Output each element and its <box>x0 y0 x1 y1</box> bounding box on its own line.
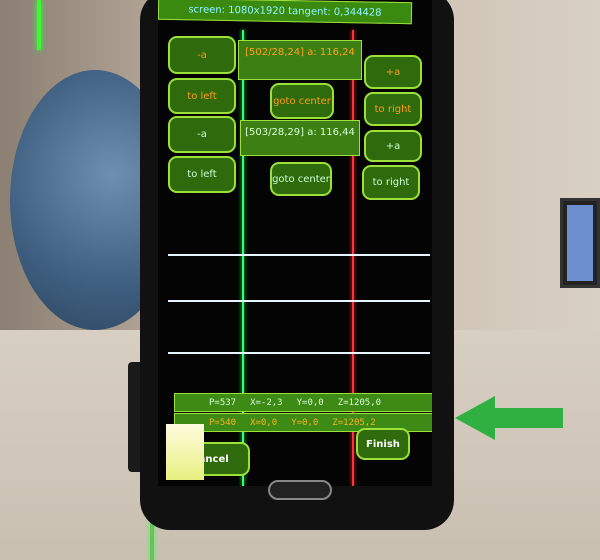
light-glare <box>166 424 204 480</box>
to-left-button-1[interactable]: to left <box>168 78 236 114</box>
y-value: Y=0,0 <box>291 417 319 428</box>
arrow-left-icon <box>455 396 563 440</box>
z-value: Z=1205,2 <box>332 417 376 428</box>
readout-row-1: P=537 X=-2,3 Y=0,0 Z=1205,0 <box>174 393 432 412</box>
laser-line <box>37 0 41 50</box>
goto-center-button-1[interactable]: goto center <box>270 83 334 119</box>
plus-a-button-2[interactable]: +a <box>364 130 422 162</box>
minus-a-button-1[interactable]: -a <box>168 36 236 74</box>
plus-a-button-1[interactable]: +a <box>364 55 422 89</box>
finish-button[interactable]: Finish <box>356 428 410 460</box>
goto-center-button-2[interactable]: goto center <box>270 162 332 196</box>
to-right-button-2[interactable]: to right <box>362 165 420 200</box>
z-value: Z=1205,0 <box>337 397 382 408</box>
reference-line <box>168 300 430 302</box>
p-value: P=540 <box>209 417 237 428</box>
home-button[interactable] <box>268 480 332 500</box>
to-right-button-1[interactable]: to right <box>364 92 422 126</box>
minus-a-button-2[interactable]: -a <box>168 116 236 153</box>
x-value: X=-2,3 <box>250 397 283 408</box>
reference-line <box>168 352 430 354</box>
position-info-1: [502/28,24] a: 116,24 <box>238 40 362 80</box>
y-value: Y=0,0 <box>296 397 324 408</box>
to-left-button-2[interactable]: to left <box>168 156 236 193</box>
p-value: P=537 <box>209 397 237 408</box>
position-info-2: [503/28,29] a: 116,44 <box>240 120 360 156</box>
phone-screen: screen: 1080x1920 tangent: 0,344428 -a [… <box>158 0 432 486</box>
x-value: X=0,0 <box>250 417 278 428</box>
monitor <box>560 198 600 288</box>
screen-info-banner: screen: 1080x1920 tangent: 0,344428 <box>158 0 413 25</box>
reference-line <box>168 254 430 256</box>
